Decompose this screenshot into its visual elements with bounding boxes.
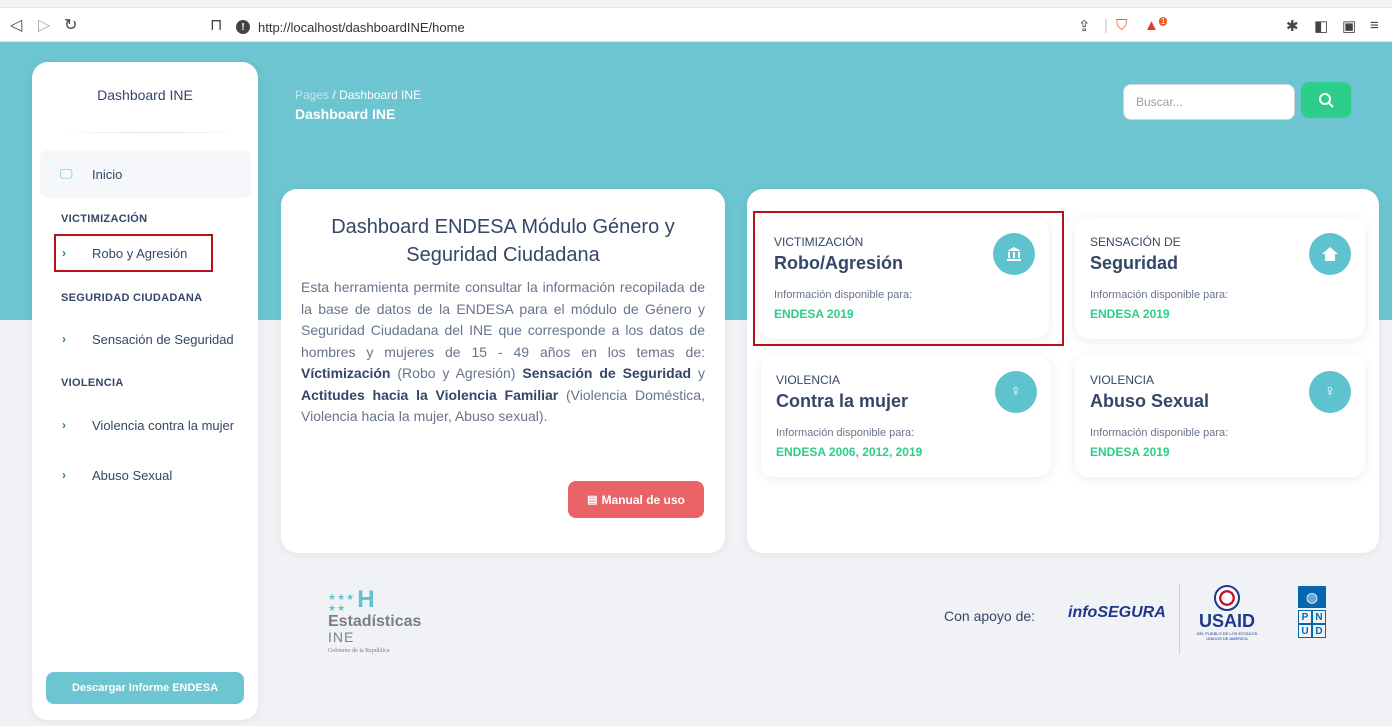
reload-icon[interactable]: ↻ (64, 18, 77, 34)
undp-logo: ◍ P N U D (1298, 586, 1328, 638)
intro-text-bold: Actitudes hacia la Violencia Familiar (301, 386, 559, 403)
sidebar-item-violencia-mujer[interactable]: › Violencia contra la mujer (40, 401, 251, 449)
intro-text: Esta herramienta permite consultar la in… (301, 277, 705, 428)
wallet-icon[interactable]: ▣ (1342, 17, 1356, 35)
module-category: VIOLENCIA (1090, 373, 1155, 387)
usaid-wordmark: USAID (1198, 611, 1255, 631)
section-title-violencia: VIOLENCIA (61, 377, 124, 389)
brave-shield-icon[interactable]: ⛉ (1116, 17, 1127, 34)
breadcrumb-separator: / (332, 88, 336, 102)
manual-button[interactable]: ▤ Manual de uso (568, 481, 704, 518)
intro-text-part: Esta herramienta permite consultar la in… (301, 279, 705, 360)
search-icon (1319, 93, 1334, 108)
undp-letter: N (1312, 610, 1326, 624)
female-icon: ♀ (1309, 371, 1351, 413)
un-globe-icon: ◍ (1298, 586, 1326, 608)
module-card-contra-mujer[interactable]: VIOLENCIA Contra la mujer Información di… (761, 355, 1051, 477)
rewards-badge: 1 (1158, 17, 1168, 26)
bookmark-icon[interactable]: ⊓ (210, 18, 222, 34)
share-icon[interactable]: ⇪ (1078, 17, 1091, 35)
intro-text-part: y (691, 365, 705, 381)
intro-title: Dashboard ENDESA Módulo Género y Segurid… (331, 216, 675, 266)
brand-divider (60, 132, 240, 133)
module-card-seguridad[interactable]: SENSACIÓN DE Seguridad Información dispo… (1075, 217, 1365, 339)
module-category: VIOLENCIA (776, 373, 841, 387)
brave-rewards-icon[interactable]: ▲ 1 (1144, 17, 1168, 34)
sidebar-item-sensacion-seguridad[interactable]: › Sensación de Seguridad (40, 315, 251, 363)
pdf-file-icon: ▤ (587, 494, 598, 506)
module-name: Seguridad (1090, 253, 1179, 273)
undp-letter: P (1298, 610, 1312, 624)
chevron-right-icon: › (62, 332, 66, 346)
toolbar-divider: | (1104, 17, 1108, 34)
undp-letter: U (1298, 624, 1312, 638)
module-years: ENDESA 2019 (1090, 445, 1170, 459)
breadcrumb: Pages / Dashboard INE (295, 88, 421, 102)
section-title-victimizacion: VICTIMIZACIÓN (61, 213, 148, 225)
page-title: Dashboard INE (295, 106, 396, 122)
site-info-icon[interactable]: ! (236, 20, 250, 34)
module-name: Contra la mujer (776, 391, 909, 411)
forward-icon[interactable]: ▷ (38, 18, 50, 34)
tab-strip (0, 0, 1392, 8)
usaid-tagline: DEL PUEBLO DE LOS ESTADOS UNIDOS DE AMÉR… (1196, 631, 1258, 641)
usaid-logo: USAID DEL PUEBLO DE LOS ESTADOS UNIDOS D… (1192, 585, 1262, 641)
ine-logo-line1: Estadísticas (328, 613, 422, 630)
manual-button-label: Manual de uso (601, 492, 685, 507)
brand-title[interactable]: Dashboard INE (32, 87, 258, 103)
sidebar-item-label: Abuso Sexual (92, 467, 173, 483)
usaid-seal-icon (1214, 585, 1240, 611)
intro-text-bold: Víctimización (301, 365, 391, 381)
ine-logo-line2: INE (328, 629, 355, 645)
address-bar[interactable]: ! http://localhost/dashboardINE/home (236, 17, 465, 37)
breadcrumb-root[interactable]: Pages (295, 88, 329, 102)
module-years: ENDESA 2006, 2012, 2019 (776, 445, 923, 459)
sidebar-item-label: Violencia contra la mujer (92, 417, 235, 433)
extensions-icon[interactable]: ✱ (1286, 17, 1299, 35)
ine-logo-line3: Gobierno de la República (328, 648, 390, 654)
logo-divider (1179, 584, 1180, 654)
module-availability-label: Información disponible para: (1090, 289, 1229, 301)
module-category: SENSACIÓN DE (1090, 235, 1181, 249)
breadcrumb-current: Dashboard INE (339, 88, 422, 102)
sidebar-item-abuso-sexual[interactable]: › Abuso Sexual (40, 451, 251, 499)
ine-logo-h: H (357, 586, 375, 613)
selection-highlight (753, 211, 1064, 346)
chevron-right-icon: › (62, 468, 66, 482)
intro-text-bold: Sensación de Seguridad (522, 365, 692, 381)
home-icon (1309, 233, 1351, 275)
undp-letter: D (1312, 624, 1326, 638)
support-label: Con apoyo de: (944, 608, 1036, 624)
female-icon: ♀ (995, 371, 1037, 413)
intro-card: Dashboard ENDESA Módulo Género y Segurid… (281, 189, 725, 553)
url-text[interactable]: http://localhost/dashboardINE/home (258, 20, 465, 35)
chevron-right-icon: › (62, 418, 66, 432)
browser-toolbar: ◁ ▷ ↻ ⊓ ! http://localhost/dashboardINE/… (0, 0, 1392, 42)
module-card-abuso-sexual[interactable]: VIOLENCIA Abuso Sexual Información dispo… (1075, 355, 1365, 477)
module-availability-label: Información disponible para: (1090, 427, 1229, 439)
menu-icon[interactable]: ≡ (1370, 17, 1379, 34)
stars-icon: ★★★ ★★ (328, 592, 356, 613)
search-button[interactable] (1301, 82, 1351, 118)
monitor-icon: 🖵 (60, 166, 73, 181)
modules-panel: VICTIMIZACIÓN Robo/Agresión Información … (747, 189, 1379, 553)
intro-text-part: (Robo y Agresión) (390, 365, 523, 381)
sidebar-item-label: Inicio (92, 166, 123, 182)
download-report-button[interactable]: Descargar Informe ENDESA (46, 672, 244, 704)
ine-logo: ★★★ ★★ H Estadísticas INE Gobierno de la … (328, 586, 421, 654)
module-name: Abuso Sexual (1090, 391, 1210, 411)
section-title-seguridad: SEGURIDAD CIUDADANA (61, 292, 203, 304)
sidebar-item-label: Sensación de Seguridad (92, 331, 234, 347)
back-icon[interactable]: ◁ (10, 18, 22, 34)
module-availability-label: Información disponible para: (776, 427, 915, 439)
infosegura-logo: infoSEGURA (1068, 604, 1166, 621)
module-years: ENDESA 2019 (1090, 307, 1170, 321)
sidebar: Dashboard INE 🖵 Inicio VICTIMIZACIÓN › R… (32, 62, 258, 720)
selection-highlight (54, 234, 213, 272)
sidebar-toggle-icon[interactable]: ◧ (1314, 17, 1328, 35)
sidebar-item-inicio[interactable]: 🖵 Inicio (40, 150, 251, 198)
search-input[interactable] (1123, 84, 1295, 120)
